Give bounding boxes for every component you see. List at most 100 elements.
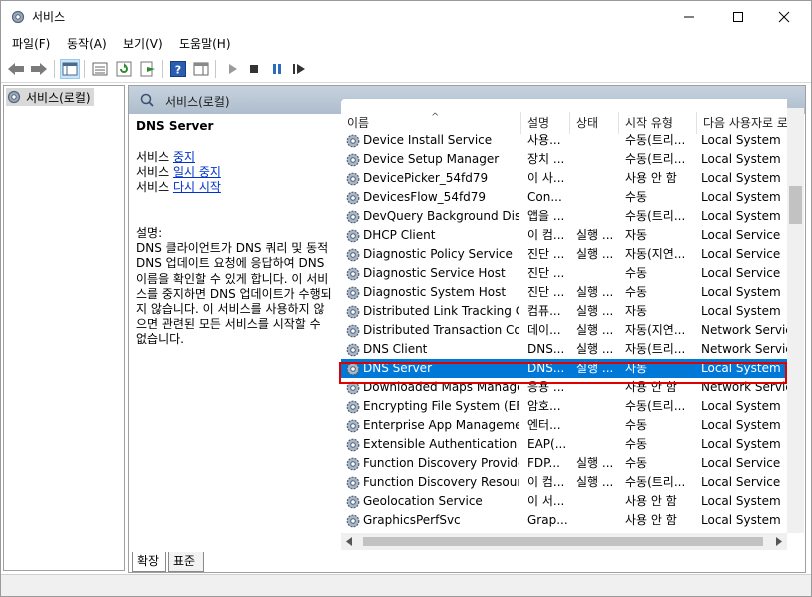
service-row[interactable]: Distributed Transaction Co... 데이... 실행 ...…: [341, 321, 787, 340]
service-row[interactable]: Encrypting File System (EFS) 암호... 수동(트리..…: [341, 397, 787, 416]
help-button[interactable]: ?: [168, 59, 188, 79]
restart-service-link[interactable]: 다시 시작: [173, 180, 221, 194]
show-hide-console-tree-button[interactable]: [60, 59, 80, 79]
service-startup-type-cell: 수동(트리...: [625, 152, 686, 166]
horizontal-scrollbar[interactable]: [341, 533, 787, 550]
minimize-button[interactable]: [666, 1, 712, 32]
service-logon-cell: Local Service: [701, 247, 781, 261]
service-details: DNS Server 서비스 중지 서비스 일시 중지 서비스 다시 시작 설명…: [129, 114, 337, 544]
service-description-cell: Con...: [527, 190, 562, 204]
service-row[interactable]: Extensible Authentication P... EAP(... 수동 L…: [341, 435, 787, 454]
menu-help[interactable]: 도움말(H): [179, 35, 231, 52]
start-service-button[interactable]: [222, 59, 242, 79]
service-row[interactable]: Enterprise App Manageme... 엔터... 수동 Local S…: [341, 416, 787, 435]
tab-standard[interactable]: 표준: [168, 552, 204, 572]
service-name-cell: DHCP Client: [363, 228, 436, 242]
service-row[interactable]: Diagnostic Service Host 진단 ... 수동 Local Ser…: [341, 264, 787, 283]
service-row[interactable]: Downloaded Maps Manager 응용 ... 사용 안 함 Netwo…: [341, 378, 787, 397]
service-name-cell: GraphicsPerfSvc: [363, 513, 461, 527]
service-row[interactable]: Diagnostic System Host 진단 ... 실행 ... 수동 Loca…: [341, 283, 787, 302]
menu-action[interactable]: 동작(A): [67, 35, 107, 52]
service-status-cell: 실행 ...: [576, 228, 614, 242]
service-row[interactable]: DHCP Client 이 컴... 실행 ... 자동 Local Service: [341, 226, 787, 245]
service-startup-type-cell: 수동: [625, 190, 648, 204]
service-name-cell: Diagnostic System Host: [363, 285, 507, 299]
service-gear-icon: [346, 172, 360, 186]
scroll-right-icon[interactable]: [775, 537, 783, 546]
service-row[interactable]: Function Discovery Resour... 이 컴... 실행 ...…: [341, 473, 787, 492]
service-gear-icon: [346, 324, 360, 338]
service-description-cell: 응용 ...: [527, 380, 565, 394]
service-status-cell: [576, 492, 618, 511]
stop-service-button[interactable]: [244, 59, 264, 79]
menu-file[interactable]: 파일(F): [12, 35, 50, 52]
service-description: 설명: DNS 클라이언트가 DNS 쿼리 및 동적 DNS 업데이트 요청에 …: [136, 226, 334, 348]
pause-service-button[interactable]: [267, 59, 287, 79]
service-name-cell: Device Setup Manager: [363, 152, 500, 166]
action-pane-button[interactable]: [191, 59, 211, 79]
restart-service-button[interactable]: [289, 59, 309, 79]
service-gear-icon: [346, 305, 360, 319]
service-row[interactable]: DevQuery Background Dis... 앱을 ... 수동(트리...…: [341, 207, 787, 226]
service-logon-cell: Local System: [701, 494, 781, 508]
service-row[interactable]: DevicesFlow_54fd79 Con... 수동 Local System: [341, 188, 787, 207]
service-description-cell: 장치 ...: [527, 152, 565, 166]
tree-item-services-local[interactable]: 서비스(로컬): [6, 88, 94, 106]
service-status-cell: [576, 150, 618, 169]
service-gear-icon: [346, 134, 360, 148]
service-row[interactable]: Device Setup Manager 장치 ... 수동(트리... Local …: [341, 150, 787, 169]
service-row[interactable]: Function Discovery Provide... FDP... 실행 ..…: [341, 454, 787, 473]
properties-view-button[interactable]: [90, 59, 110, 79]
export-list-button[interactable]: [138, 59, 158, 79]
service-status-cell: [576, 378, 618, 397]
maximize-button[interactable]: [715, 1, 761, 32]
close-icon: [778, 11, 790, 22]
service-logon-cell: Local System: [701, 209, 781, 223]
sort-ascending-icon: ^: [431, 112, 440, 123]
service-logon-cell: Local System: [701, 152, 781, 166]
service-row[interactable]: Device Install Service 사용... 수동(트리... Local…: [341, 131, 787, 150]
service-description-cell: 진단 ...: [527, 247, 565, 261]
menu-view[interactable]: 보기(V): [123, 35, 163, 52]
service-row[interactable]: DevicePicker_54fd79 이 사... 사용 안 함 Local Sys…: [341, 169, 787, 188]
horizontal-scroll-thumb[interactable]: [363, 537, 763, 546]
service-startup-type-cell: 수동(트리...: [625, 209, 686, 223]
pane-header-title: 서비스(로컬): [165, 95, 230, 109]
service-status-cell: 실행 ...: [576, 247, 614, 261]
service-row[interactable]: DNS Client DNS... 실행 ... 자동(트리... Network Se…: [341, 340, 787, 359]
service-startup-type-cell: 사용 안 함: [625, 171, 677, 185]
service-row[interactable]: Diagnostic Policy Service 진단 ... 실행 ... 자동(…: [341, 245, 787, 264]
service-startup-type-cell: 수동: [625, 285, 648, 299]
scroll-left-icon[interactable]: [345, 537, 353, 546]
stop-service-link[interactable]: 중지: [173, 150, 195, 164]
vertical-scroll-thumb[interactable]: [789, 186, 802, 224]
stop-icon: [250, 65, 258, 73]
service-logon-cell: Local System: [701, 171, 781, 185]
tab-extended[interactable]: 확장: [132, 552, 166, 572]
services-gear-icon: [11, 10, 25, 24]
service-row[interactable]: GraphicsPerfSvc Grap... 사용 안 함 Local System: [341, 511, 787, 530]
service-name-cell: DNS Server: [363, 361, 432, 375]
toolbar-separator: [54, 60, 55, 78]
description-label: 설명:: [136, 226, 163, 240]
service-startup-type-cell: 수동: [625, 456, 648, 470]
vertical-scrollbar[interactable]: [787, 108, 804, 533]
close-button[interactable]: [761, 1, 807, 32]
service-description-cell: 데이...: [527, 323, 561, 337]
service-status-cell: [576, 207, 618, 226]
service-startup-type-cell: 자동: [625, 228, 648, 242]
service-row-selected[interactable]: DNS Server DNS... 실행 ... 자동 Local System: [341, 359, 787, 378]
service-name-cell: Downloaded Maps Manager: [363, 380, 519, 394]
back-button[interactable]: [6, 59, 26, 79]
pause-service-link[interactable]: 일시 중지: [173, 165, 221, 179]
service-gear-icon: [346, 191, 360, 205]
service-row[interactable]: Distributed Link Tracking C... 컴퓨... 실행 ..…: [341, 302, 787, 321]
service-row[interactable]: Geolocation Service 이 서... 사용 안 함 Local Sys…: [341, 492, 787, 511]
refresh-button[interactable]: [114, 59, 134, 79]
forward-button[interactable]: [29, 59, 49, 79]
service-logon-cell: Local System: [701, 437, 781, 451]
toolbar-separator: [84, 60, 85, 78]
service-logon-cell: Local System: [701, 285, 781, 299]
console-tree-icon: [62, 62, 78, 76]
action-prefix: 서비스: [136, 180, 173, 194]
